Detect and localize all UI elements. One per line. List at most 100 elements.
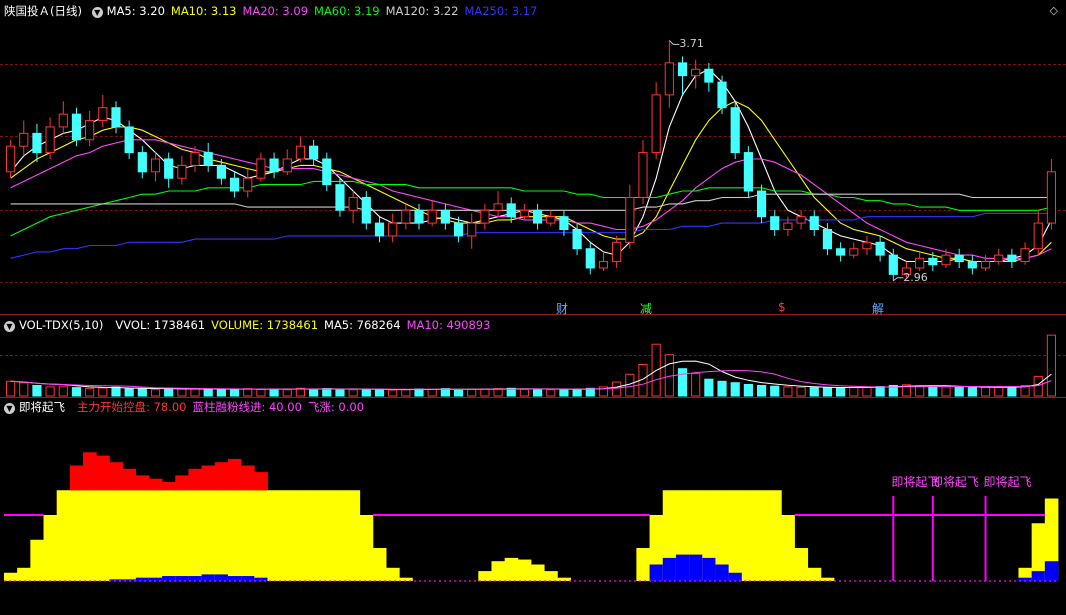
signal-blue-bar xyxy=(675,554,690,581)
candle-body xyxy=(572,229,582,250)
volume-panel[interactable]: ▼ VOL-TDX(5,10) VVOL: 1738461 VOLUME: 17384… xyxy=(0,315,1066,397)
legend-item: 飞涨: 0.00 xyxy=(307,400,365,414)
candle-body xyxy=(704,68,714,83)
signal-yellow-bar xyxy=(372,548,387,581)
signal-chart[interactable] xyxy=(0,398,1066,615)
candle-body xyxy=(19,132,29,147)
candle-body xyxy=(269,158,279,173)
signal-yellow-bar xyxy=(201,490,216,581)
candle-body xyxy=(941,254,951,266)
volume-bar xyxy=(796,386,806,397)
candle-body xyxy=(612,241,622,263)
signal-yellow-bar xyxy=(307,490,321,581)
candle-body xyxy=(58,113,68,128)
volume-bar xyxy=(427,388,437,397)
candle-body xyxy=(335,184,345,211)
signal-panel[interactable]: ▼ 即将起飞 主力开始控盘: 78.00 蓝柱融粉线进: 40.00 飞涨: 0.00 … xyxy=(0,398,1066,615)
event-marker[interactable]: 财 xyxy=(556,300,568,317)
legend-item: VOLUME: 1738461 xyxy=(211,318,319,332)
candle-body xyxy=(177,164,187,179)
candlestick-chart[interactable] xyxy=(0,0,1066,313)
signal-yellow-bar xyxy=(148,490,163,581)
candle-body xyxy=(440,209,450,224)
volume-legend: VVOL: 1738461 VOLUME: 1738461 MA5: 768264 M… xyxy=(115,318,496,332)
candle-body xyxy=(533,209,543,224)
volume-toggle-icon[interactable]: ▼ xyxy=(4,321,15,332)
volume-bar xyxy=(677,368,688,397)
stock-title[interactable]: 陕国投Ａ xyxy=(4,4,50,18)
candle-body xyxy=(638,152,648,198)
volume-bar xyxy=(875,386,885,397)
candle-body xyxy=(809,216,819,231)
high-price-label: 3.71 xyxy=(679,37,704,51)
volume-bar xyxy=(1046,334,1056,397)
candle-body xyxy=(546,216,556,224)
signal-legend: 主力开始控盘: 78.00 蓝柱融粉线进: 40.00 飞涨: 0.00 xyxy=(77,400,370,414)
candle-body xyxy=(1046,171,1056,224)
volume-bar xyxy=(980,386,991,397)
volume-bar xyxy=(467,388,477,397)
signal-yellow-bar xyxy=(122,490,137,581)
signal-blue-bar xyxy=(728,572,743,581)
volume-indicator-name[interactable]: VOL-TDX(5,10) xyxy=(19,318,103,332)
price-panel[interactable]: 陕国投Ａ(日线) ▼ MA5: 3.20 MA10: 3.13 MA20: 3.09 M… xyxy=(0,0,1066,316)
volume-bar xyxy=(124,388,134,397)
signal-yellow-bar xyxy=(267,490,282,581)
event-marker[interactable]: 解 xyxy=(872,300,884,317)
candle-body xyxy=(836,248,846,256)
low-price-label: 2.96 xyxy=(903,270,928,284)
volume-bar xyxy=(203,388,213,397)
ma-line-ma20 xyxy=(10,139,1052,259)
volume-bar xyxy=(348,389,358,397)
signal-yellow-bar xyxy=(17,567,31,581)
candle-body xyxy=(137,152,147,173)
signal-red-bar xyxy=(135,475,150,491)
candle-body xyxy=(150,158,161,173)
legend-item: MA10: 490893 xyxy=(406,318,491,332)
signal-blue-bar xyxy=(1031,571,1046,581)
signal-yellow-bar xyxy=(188,490,203,581)
candle-body xyxy=(361,196,371,224)
volume-bar xyxy=(6,380,16,397)
signal-yellow-bar xyxy=(794,548,809,581)
candle-body xyxy=(480,209,490,224)
volume-bar xyxy=(691,373,701,397)
candle-body xyxy=(32,132,42,154)
volume-bar xyxy=(164,387,174,397)
event-marker[interactable]: $ xyxy=(778,300,786,314)
signal-red-bar xyxy=(175,475,189,491)
diamond-icon[interactable]: ◇ xyxy=(1050,4,1058,17)
legend-item: MA20: 3.09 xyxy=(242,4,309,18)
candle-body xyxy=(282,158,292,173)
candle-body xyxy=(783,222,793,231)
legend-item: VVOL: 1738461 xyxy=(115,318,206,332)
signal-blue-bar xyxy=(162,576,176,581)
low-pointer xyxy=(893,277,904,282)
volume-bar xyxy=(309,388,319,397)
volume-bar xyxy=(374,388,385,397)
candle-body xyxy=(388,222,398,237)
volume-bar xyxy=(849,386,859,397)
candle-body xyxy=(1007,254,1017,263)
candle-body xyxy=(45,126,55,154)
signal-red-bar xyxy=(162,482,176,491)
signal-yellow-bar xyxy=(754,490,769,581)
period-label[interactable]: (日线) xyxy=(50,4,82,18)
signal-indicator-name[interactable]: 即将起飞 xyxy=(19,400,65,414)
signal-red-bar xyxy=(83,452,97,491)
volume-header: ▼ VOL-TDX(5,10) VVOL: 1738461 VOLUME: 17384… xyxy=(4,317,502,333)
ma-toggle-icon[interactable]: ▼ xyxy=(91,7,103,18)
legend-item: MA10: 3.13 xyxy=(170,4,237,18)
ma-line-ma60 xyxy=(10,180,1052,237)
candle-body xyxy=(401,209,411,224)
signal-blue-bar xyxy=(135,577,150,581)
signal-blue-bar xyxy=(201,574,216,581)
candle-body xyxy=(1020,248,1030,263)
event-marker[interactable]: 减 xyxy=(640,300,652,317)
signal-yellow-bar xyxy=(517,559,532,581)
volume-bar xyxy=(915,385,925,397)
signal-toggle-icon[interactable]: ▼ xyxy=(4,403,15,414)
volume-bar xyxy=(572,388,582,397)
signal-yellow-bar xyxy=(175,490,189,581)
signal-blue-bar xyxy=(662,557,677,581)
